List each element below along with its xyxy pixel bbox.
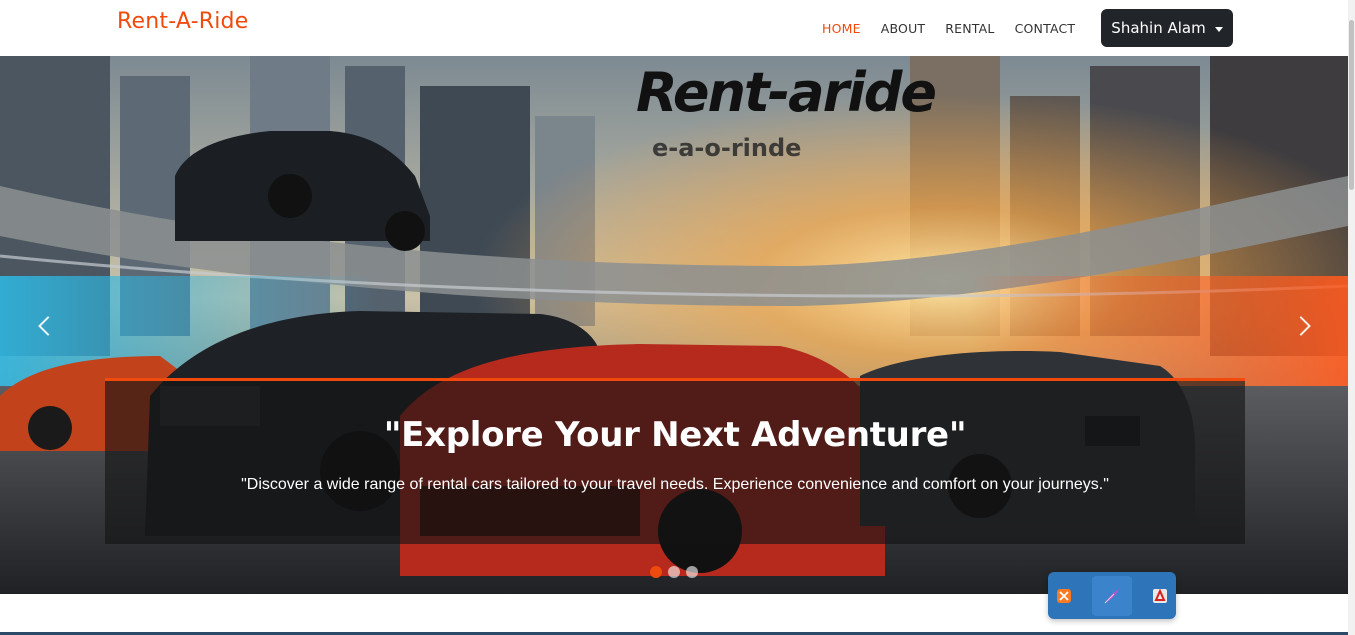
hero-image-logo-subtext: e-a-o-rinde xyxy=(652,134,802,162)
carousel-indicators xyxy=(650,566,698,578)
hero-carousel: Rent-aride e-a-o-rinde "Explore Your Nex… xyxy=(0,56,1348,594)
caption-title: "Explore Your Next Adventure" xyxy=(383,415,967,455)
carousel-indicator-1[interactable] xyxy=(650,566,662,578)
feather-app-button[interactable] xyxy=(1092,575,1132,616)
nav-about-link[interactable]: ABOUT xyxy=(881,21,926,36)
nav-links: HOME ABOUT RENTAL CONTACT xyxy=(812,0,1085,56)
caption-text: "Discover a wide range of rental cars ta… xyxy=(241,476,1109,493)
hero-image-logo-text: Rent-aride xyxy=(636,61,937,124)
filezilla-icon xyxy=(1153,588,1167,603)
brand-logo[interactable]: Rent-A-Ride xyxy=(117,9,248,34)
user-name: Shahin Alam xyxy=(1111,19,1206,37)
navbar: Rent-A-Ride HOME ABOUT RENTAL CONTACT Sh… xyxy=(0,0,1355,56)
chevron-right-icon xyxy=(1291,316,1311,336)
carousel-prev-button[interactable] xyxy=(33,311,58,341)
nav-home-link[interactable]: HOME xyxy=(822,21,861,36)
page-scrollbar[interactable] xyxy=(1348,0,1355,635)
user-dropdown-button[interactable]: Shahin Alam xyxy=(1101,9,1233,47)
nav-rental-link[interactable]: RENTAL xyxy=(945,21,994,36)
carousel-indicator-2[interactable] xyxy=(668,566,680,578)
floating-app-widget xyxy=(1048,572,1176,619)
caret-down-icon xyxy=(1214,26,1223,32)
scrollbar-thumb[interactable] xyxy=(1349,20,1354,190)
xampp-app-button[interactable] xyxy=(1050,582,1078,610)
carousel-indicator-3[interactable] xyxy=(686,566,698,578)
feather-icon xyxy=(1104,588,1119,603)
filezilla-app-button[interactable] xyxy=(1146,582,1174,610)
carousel-caption: "Explore Your Next Adventure" "Discover … xyxy=(105,378,1245,544)
nav-contact-link[interactable]: CONTACT xyxy=(1015,21,1076,36)
xampp-icon xyxy=(1057,588,1071,603)
carousel-next-button[interactable] xyxy=(1291,311,1318,341)
chevron-left-icon xyxy=(38,316,58,336)
